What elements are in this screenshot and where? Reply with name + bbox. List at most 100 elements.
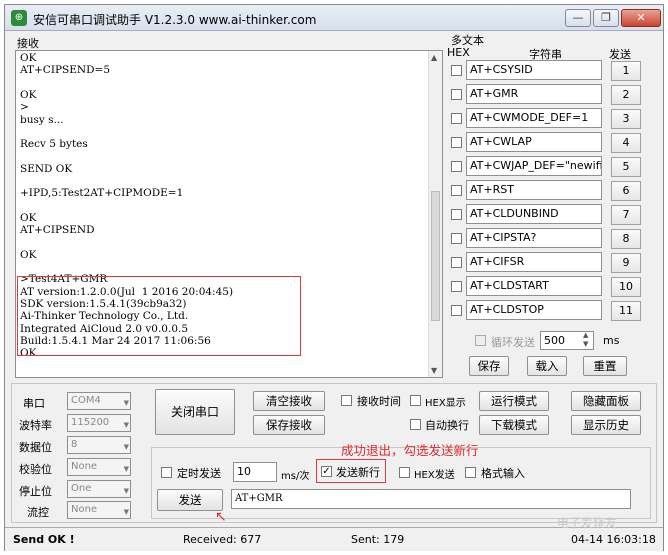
- parity-select[interactable]: None ▼: [67, 458, 131, 476]
- stopbits-select[interactable]: One ▼: [67, 480, 131, 498]
- command-input[interactable]: AT+CIFSR: [466, 252, 602, 272]
- port-value: COM4: [71, 395, 101, 406]
- multi-text-row: AT+CWMODE_DEF=1 3: [451, 108, 663, 130]
- receive-scrollbar[interactable]: ▲ ▼: [428, 51, 442, 377]
- received-count: Received: 677: [183, 533, 262, 546]
- send-input[interactable]: AT+GMR: [231, 489, 631, 509]
- command-input[interactable]: AT+CSYSID: [466, 60, 602, 80]
- baud-label: 波特率: [19, 419, 52, 432]
- send-command-button[interactable]: 9: [611, 253, 641, 273]
- receive-label: 接收: [17, 37, 39, 50]
- baud-select[interactable]: 115200 ▼: [67, 414, 131, 432]
- send-interval-input[interactable]: 10: [233, 462, 277, 482]
- download-mode-button[interactable]: 下载模式: [479, 415, 549, 435]
- reset-button[interactable]: 重置: [583, 356, 627, 376]
- save-receive-button[interactable]: 保存接收: [253, 415, 325, 435]
- clear-receive-button[interactable]: 清空接收: [253, 391, 325, 411]
- chevron-down-icon: ▼: [123, 399, 129, 407]
- command-input[interactable]: AT+CLDUNBIND: [466, 204, 602, 224]
- hex-checkbox[interactable]: [451, 233, 462, 244]
- send-newline-label: 发送新行: [336, 466, 380, 479]
- timed-send-checkbox[interactable]: [161, 467, 172, 478]
- command-input[interactable]: AT+CWMODE_DEF=1: [466, 108, 602, 128]
- hex-checkbox[interactable]: [451, 185, 462, 196]
- flow-value: None: [71, 504, 98, 515]
- command-input[interactable]: AT+CIPSTA?: [466, 228, 602, 248]
- send-command-button[interactable]: 6: [611, 181, 641, 201]
- auto-wrap-label: 自动换行: [425, 419, 469, 432]
- hex-checkbox[interactable]: [451, 257, 462, 268]
- app-icon: ⊕: [11, 10, 27, 26]
- hex-send-checkbox[interactable]: [399, 467, 410, 478]
- scroll-down-icon[interactable]: ▼: [431, 366, 437, 375]
- databits-select[interactable]: 8 ▼: [67, 436, 131, 454]
- arrow-icon: ↖: [215, 509, 227, 525]
- run-mode-button[interactable]: 运行模式: [479, 391, 549, 411]
- multi-text-row: AT+CIFSR 9: [451, 252, 663, 274]
- command-input[interactable]: AT+RST: [466, 180, 602, 200]
- timed-send-label: 定时发送: [177, 467, 221, 480]
- receive-line: +IPD,5:Test2AT+CIPMODE=1: [20, 187, 184, 200]
- recv-time-checkbox[interactable]: [341, 395, 352, 406]
- hex-checkbox[interactable]: [451, 65, 462, 76]
- multi-text-row: AT+CSYSID 1: [451, 60, 663, 82]
- scroll-up-icon[interactable]: ▲: [431, 53, 437, 62]
- port-select[interactable]: COM4 ▼: [67, 392, 131, 410]
- hex-checkbox[interactable]: [451, 89, 462, 100]
- format-input-checkbox[interactable]: [465, 467, 476, 478]
- command-input[interactable]: AT+CLDSTART: [466, 276, 602, 296]
- hex-checkbox[interactable]: [451, 161, 462, 172]
- send-command-button[interactable]: 7: [611, 205, 641, 225]
- interval-spinner-icon[interactable]: ▲ ▼: [583, 331, 588, 349]
- save-button[interactable]: 保存: [469, 356, 509, 376]
- hex-checkbox[interactable]: [451, 137, 462, 148]
- chevron-down-icon: ▼: [123, 465, 129, 473]
- command-input[interactable]: AT+GMR: [466, 84, 602, 104]
- multi-text-row: AT+CLDSTART 10: [451, 276, 663, 298]
- multi-text-row: AT+CLDUNBIND 7: [451, 204, 663, 226]
- flow-label: 流控: [27, 506, 49, 519]
- hide-panel-button[interactable]: 隐藏面板: [571, 391, 641, 411]
- sent-count: Sent: 179: [351, 533, 405, 546]
- hex-display-checkbox[interactable]: [410, 395, 421, 406]
- format-input-label: 格式输入: [481, 467, 525, 480]
- hex-checkbox[interactable]: [451, 209, 462, 220]
- send-button[interactable]: 发送: [157, 489, 223, 511]
- receive-line: OK: [20, 52, 37, 64]
- command-input[interactable]: AT+CWLAP: [466, 132, 602, 152]
- minimize-button[interactable]: —: [565, 9, 591, 27]
- close-port-button[interactable]: 关闭串口: [155, 389, 235, 435]
- command-input[interactable]: AT+CLDSTOP: [466, 300, 602, 320]
- hex-checkbox[interactable]: [451, 113, 462, 124]
- watermark-logo: 电子发烧友: [557, 516, 618, 530]
- receive-line: AT+CIPSEND=5: [20, 64, 110, 77]
- send-command-button[interactable]: 8: [611, 229, 641, 249]
- receive-line: OK: [20, 248, 37, 261]
- multi-text-row: AT+RST 6: [451, 180, 663, 202]
- flow-select[interactable]: None ▼: [67, 501, 131, 519]
- maximize-button[interactable]: ❐: [593, 9, 619, 27]
- send-command-button[interactable]: 11: [611, 301, 641, 321]
- send-command-button[interactable]: 1: [611, 61, 641, 81]
- send-command-button[interactable]: 2: [611, 85, 641, 105]
- auto-wrap-checkbox[interactable]: [410, 419, 421, 430]
- port-label: 串口: [23, 397, 45, 410]
- send-command-button[interactable]: 4: [611, 133, 641, 153]
- send-command-button[interactable]: 10: [611, 277, 641, 297]
- hex-checkbox[interactable]: [451, 281, 462, 292]
- receive-line: SEND OK: [20, 162, 73, 175]
- chevron-down-icon: ▼: [123, 421, 129, 429]
- send-command-button[interactable]: 3: [611, 109, 641, 129]
- scroll-thumb[interactable]: [431, 191, 440, 321]
- close-button[interactable]: ✕: [621, 9, 661, 27]
- parity-value: None: [71, 461, 98, 472]
- show-history-button[interactable]: 显示历史: [571, 415, 641, 435]
- loop-send-checkbox[interactable]: [475, 335, 486, 346]
- load-button[interactable]: 载入: [527, 356, 567, 376]
- chevron-down-icon: ▼: [123, 443, 129, 451]
- hex-checkbox[interactable]: [451, 305, 462, 316]
- hex-display-label: HEX显示: [425, 398, 466, 409]
- send-command-button[interactable]: 5: [611, 157, 641, 177]
- send-newline-checkbox[interactable]: ✓: [321, 466, 332, 477]
- command-input[interactable]: AT+CWJAP_DEF="newifi_: [466, 156, 602, 176]
